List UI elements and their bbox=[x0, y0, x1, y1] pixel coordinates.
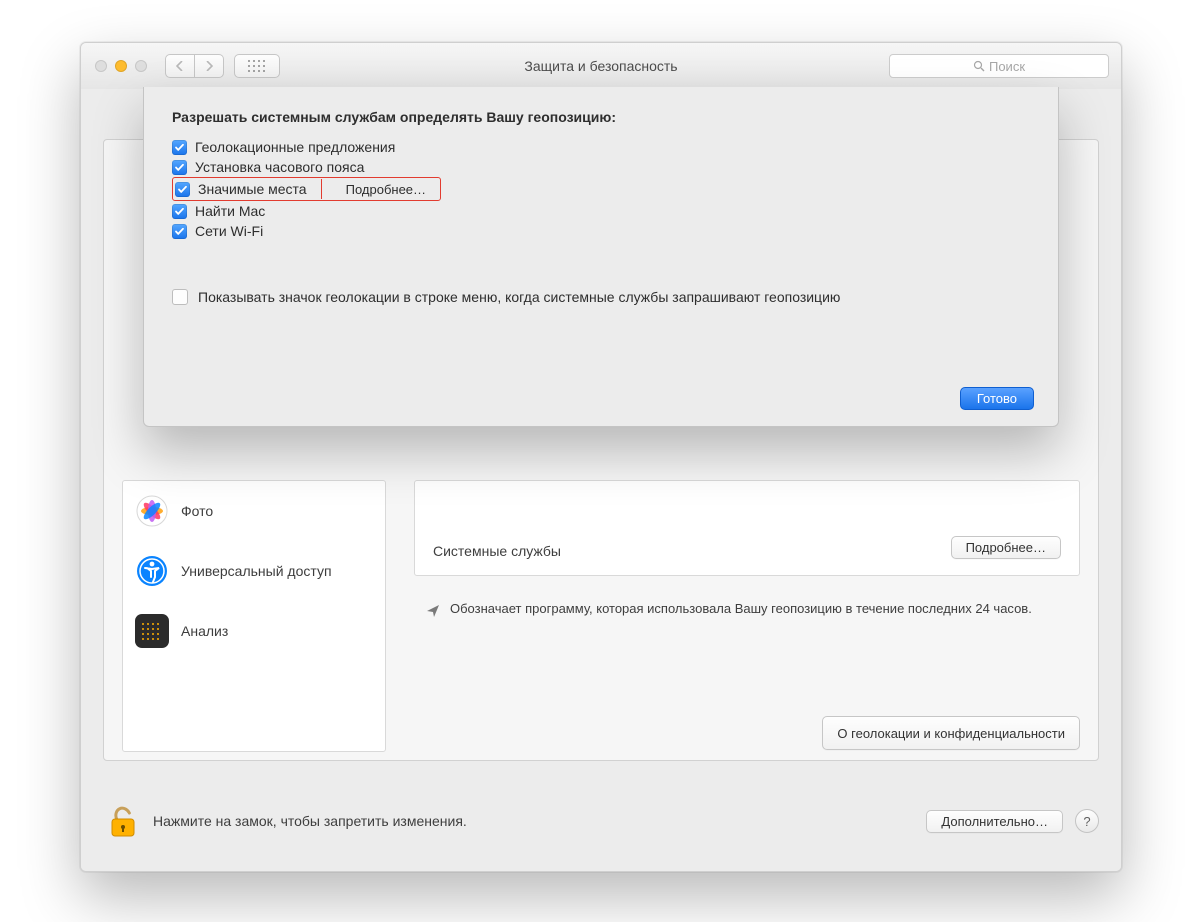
service-row: Найти Mac bbox=[172, 201, 1030, 221]
system-services-row: Системные службы Подробнее… bbox=[414, 480, 1080, 576]
service-row: Сети Wi-Fi bbox=[172, 221, 1030, 241]
close-button[interactable] bbox=[95, 60, 107, 72]
show-all-button[interactable] bbox=[234, 54, 280, 78]
search-input[interactable]: Поиск bbox=[889, 54, 1109, 78]
advanced-button[interactable]: Дополнительно… bbox=[926, 810, 1063, 833]
show-menu-icon-checkbox[interactable] bbox=[172, 289, 188, 305]
about-location-privacy-button[interactable]: О геолокации и конфиденциальности bbox=[822, 716, 1080, 750]
sidebar-item-label: Универсальный доступ bbox=[181, 563, 332, 579]
sidebar-item-accessibility[interactable]: Универсальный доступ bbox=[123, 541, 385, 601]
lock-bar: Нажмите на замок, чтобы запретить измене… bbox=[103, 789, 1099, 853]
privacy-sidebar: Фото Универсальный доступ bbox=[122, 480, 386, 752]
system-services-label: Системные службы bbox=[433, 543, 561, 559]
system-services-details-button[interactable]: Подробнее… bbox=[951, 536, 1061, 559]
titlebar: Защита и безопасность Поиск bbox=[81, 43, 1121, 90]
help-button[interactable]: ? bbox=[1075, 809, 1099, 833]
service-label: Установка часового пояса bbox=[195, 159, 364, 175]
photos-icon bbox=[135, 494, 169, 528]
sheet-heading: Разрешать системным службам определять В… bbox=[172, 109, 1030, 125]
search-placeholder: Поиск bbox=[989, 59, 1025, 74]
service-row: Значимые места Подробнее… bbox=[172, 177, 441, 201]
sidebar-item-photos[interactable]: Фото bbox=[123, 481, 385, 541]
zoom-button[interactable] bbox=[135, 60, 147, 72]
nav-buttons bbox=[165, 54, 224, 78]
service-checkbox[interactable] bbox=[175, 182, 190, 197]
service-checkbox[interactable] bbox=[172, 204, 187, 219]
service-label: Геолокационные предложения bbox=[195, 139, 395, 155]
help-icon: ? bbox=[1083, 814, 1090, 829]
sidebar-item-label: Анализ bbox=[181, 623, 228, 639]
minimize-button[interactable] bbox=[115, 60, 127, 72]
lock-icon[interactable] bbox=[103, 801, 143, 841]
accessibility-icon bbox=[135, 554, 169, 588]
highlight-separator bbox=[321, 179, 322, 199]
service-row: Установка часового пояса bbox=[172, 157, 1030, 177]
lock-text: Нажмите на замок, чтобы запретить измене… bbox=[153, 813, 926, 829]
sidebar-item-label: Фото bbox=[181, 503, 213, 519]
show-menu-icon-label: Показывать значок геолокации в строке ме… bbox=[198, 289, 840, 305]
forward-button[interactable] bbox=[195, 54, 224, 78]
service-checkbox[interactable] bbox=[172, 160, 187, 175]
prefs-window: Защита и безопасность Поиск bbox=[80, 42, 1122, 872]
location-indicator-text: Обозначает программу, которая использова… bbox=[450, 601, 1032, 616]
system-services-sheet: Разрешать системным службам определять В… bbox=[143, 87, 1059, 427]
location-arrow-icon bbox=[426, 604, 440, 623]
traffic-lights bbox=[81, 60, 147, 72]
analytics-icon bbox=[135, 614, 169, 648]
service-label: Значимые места bbox=[198, 181, 307, 197]
service-label: Найти Mac bbox=[195, 203, 265, 219]
search-icon bbox=[973, 60, 985, 72]
service-details-button[interactable]: Подробнее… bbox=[336, 181, 440, 198]
service-row: Геолокационные предложения bbox=[172, 137, 1030, 157]
service-checkbox[interactable] bbox=[172, 224, 187, 239]
location-indicator-note: Обозначает программу, которая использова… bbox=[414, 590, 1080, 660]
done-button[interactable]: Готово bbox=[960, 387, 1034, 410]
service-checkbox[interactable] bbox=[172, 140, 187, 155]
back-button[interactable] bbox=[165, 54, 195, 78]
show-menu-icon-row: Показывать значок геолокации в строке ме… bbox=[172, 289, 1030, 305]
service-label: Сети Wi-Fi bbox=[195, 223, 263, 239]
grid-icon bbox=[248, 60, 266, 72]
sidebar-item-analytics[interactable]: Анализ bbox=[123, 601, 385, 661]
